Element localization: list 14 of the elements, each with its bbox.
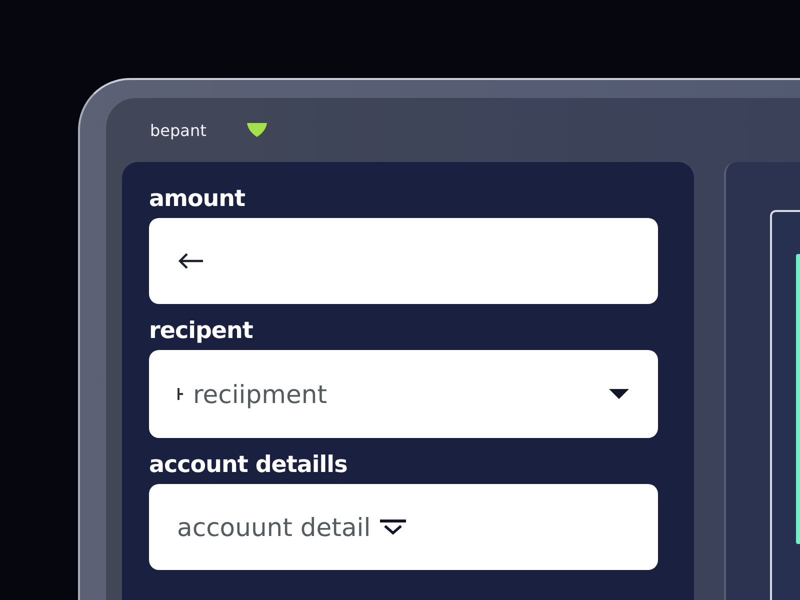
field-label: account detaills	[149, 451, 348, 480]
brand-name: bepant	[150, 120, 206, 140]
field-value: reciipment	[193, 380, 327, 408]
select-field[interactable]: reciipment	[149, 350, 658, 438]
field-label: amount	[149, 185, 246, 214]
input-field[interactable]	[149, 218, 658, 304]
input-field[interactable]: accouunt detail	[149, 484, 658, 570]
caret-icon	[608, 388, 630, 400]
field-label: recipent	[149, 317, 253, 346]
field-value: accouunt detail	[177, 512, 371, 542]
shield-icon	[246, 122, 268, 138]
back-arrow-icon	[177, 252, 205, 270]
chevron-icon	[378, 518, 407, 536]
cursor-icon	[177, 387, 185, 401]
